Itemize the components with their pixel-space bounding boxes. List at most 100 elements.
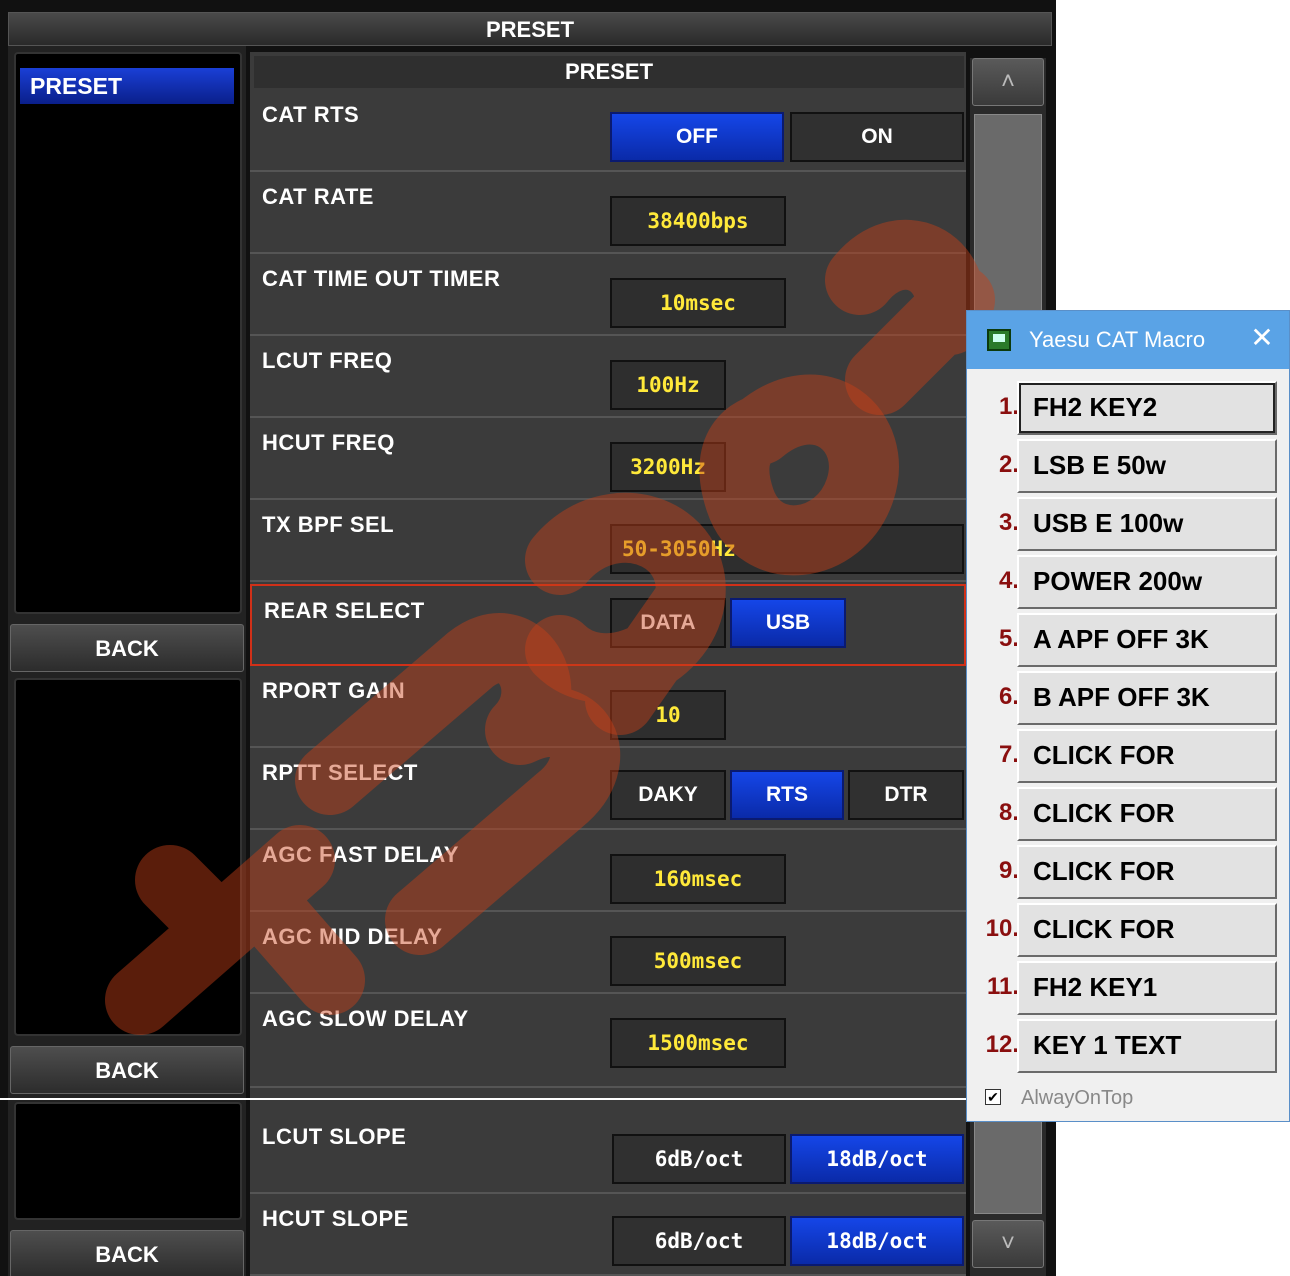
macro-button-5[interactable]: A APF OFF 3K xyxy=(1017,613,1277,667)
value-field[interactable]: 500msec xyxy=(610,936,786,986)
back-button-3[interactable]: BACK xyxy=(10,1230,244,1276)
option-data[interactable]: DATA xyxy=(610,598,726,648)
macro-button-6[interactable]: B APF OFF 3K xyxy=(1017,671,1277,725)
option-rts[interactable]: RTS xyxy=(730,770,844,820)
macro-row: 9. CLICK FOR xyxy=(967,843,1289,901)
menu-item-preset[interactable]: PRESET xyxy=(20,68,234,104)
close-icon[interactable]: ✕ xyxy=(1247,323,1277,353)
value-field[interactable]: 160msec xyxy=(610,854,786,904)
setting-label: RPORT GAIN xyxy=(262,678,406,703)
macro-row: 8. CLICK FOR xyxy=(967,785,1289,843)
value-field[interactable]: 10msec xyxy=(610,278,786,328)
macro-button-11[interactable]: FH2 KEY1 xyxy=(1017,961,1277,1015)
option-off[interactable]: OFF xyxy=(610,112,784,162)
panel-header: PRESET xyxy=(254,56,964,88)
setting-row-hcut-freq: HCUT FREQ 3200Hz xyxy=(250,418,966,500)
option-dtr[interactable]: DTR xyxy=(848,770,964,820)
macro-window: Yaesu CAT Macro ✕ 1. FH2 KEY2 2. LSB E 5… xyxy=(966,310,1290,1122)
macro-button-7[interactable]: CLICK FOR xyxy=(1017,729,1277,783)
setting-label: REAR SELECT xyxy=(264,598,425,623)
macro-row: 11. FH2 KEY1 xyxy=(967,959,1289,1017)
option-18db[interactable]: 18dB/oct xyxy=(790,1134,964,1184)
macro-number: 3. xyxy=(998,509,1019,536)
macro-number: 1. xyxy=(998,393,1019,420)
setting-label: AGC FAST DELAY xyxy=(262,842,459,867)
option-usb[interactable]: USB xyxy=(730,598,846,648)
checkbox-check-icon[interactable]: ✔ xyxy=(985,1089,1001,1105)
settings-panel: PRESET CAT RTS OFF ON CAT RATE 38400bps … xyxy=(250,52,966,1276)
setting-row-tx-bpf: TX BPF SEL 50-3050Hz xyxy=(250,500,966,582)
setting-label: RPTT SELECT xyxy=(262,760,418,785)
macro-number: 7. xyxy=(998,741,1019,768)
value-field[interactable]: 100Hz xyxy=(610,360,726,410)
setting-label: CAT RTS xyxy=(262,102,360,127)
value-field[interactable]: 10 xyxy=(610,690,726,740)
setting-label: HCUT FREQ xyxy=(262,430,395,455)
macro-button-4[interactable]: POWER 200w xyxy=(1017,555,1277,609)
menu-list: PRESET xyxy=(14,52,242,614)
macro-row: 10. CLICK FOR xyxy=(967,901,1289,959)
macro-button-9[interactable]: CLICK FOR xyxy=(1017,845,1277,899)
option-18db[interactable]: 18dB/oct xyxy=(790,1216,964,1266)
setting-row-rear-select: REAR SELECT DATA USB xyxy=(250,584,966,666)
macro-number: 12. xyxy=(985,1031,1019,1058)
always-on-top-label: AlwayOnTop xyxy=(1021,1087,1134,1109)
option-daky[interactable]: DAKY xyxy=(610,770,726,820)
value-field[interactable]: 3200Hz xyxy=(610,442,726,492)
value-field[interactable]: 50-3050Hz xyxy=(610,524,964,574)
macro-number: 11. xyxy=(986,973,1019,1000)
setting-label: CAT TIME OUT TIMER xyxy=(262,266,501,291)
macro-number: 9. xyxy=(998,857,1019,884)
macro-row: 3. USB E 100w xyxy=(967,495,1289,553)
macro-number: 8. xyxy=(998,799,1019,826)
option-6db[interactable]: 6dB/oct xyxy=(612,1134,786,1184)
menu-list-3 xyxy=(14,1102,242,1220)
value-field[interactable]: 38400bps xyxy=(610,196,786,246)
option-on[interactable]: ON xyxy=(790,112,964,162)
left-panel: PRESET BACK BACK BACK xyxy=(8,46,246,1276)
option-6db[interactable]: 6dB/oct xyxy=(612,1216,786,1266)
setting-label: CAT RATE xyxy=(262,184,374,209)
macro-row: 4. POWER 200w xyxy=(967,553,1289,611)
macro-number: 4. xyxy=(998,567,1019,594)
macro-title: Yaesu CAT Macro xyxy=(1029,327,1206,352)
setting-row-rport-gain: RPORT GAIN 10 xyxy=(250,666,966,748)
setting-row-hcut-slope: HCUT SLOPE 6dB/oct 18dB/oct xyxy=(250,1194,966,1276)
macro-row: 12. KEY 1 TEXT xyxy=(967,1017,1289,1075)
macro-number: 5. xyxy=(998,625,1019,652)
macro-row: 6. B APF OFF 3K xyxy=(967,669,1289,727)
setting-row-lcut-freq: LCUT FREQ 100Hz xyxy=(250,336,966,418)
setting-row-cat-rts: CAT RTS OFF ON xyxy=(250,90,966,172)
setting-label: LCUT FREQ xyxy=(262,348,393,373)
setting-label: HCUT SLOPE xyxy=(262,1206,409,1231)
chevron-up-icon[interactable]: ˄ xyxy=(972,58,1044,106)
macro-button-1[interactable]: FH2 KEY2 xyxy=(1017,381,1277,435)
macro-button-2[interactable]: LSB E 50w xyxy=(1017,439,1277,493)
setting-label: AGC MID DELAY xyxy=(262,924,443,949)
macro-button-10[interactable]: CLICK FOR xyxy=(1017,903,1277,957)
setting-row-rptt-select: RPTT SELECT DAKY RTS DTR xyxy=(250,748,966,830)
macro-row: 5. A APF OFF 3K xyxy=(967,611,1289,669)
divider xyxy=(0,1098,970,1100)
radio-window: PRESET PRESET BACK BACK BACK PRESET CAT … xyxy=(0,0,1056,1276)
back-button-2[interactable]: BACK xyxy=(10,1046,244,1094)
macro-title-bar[interactable]: Yaesu CAT Macro ✕ xyxy=(967,311,1289,369)
setting-row-lcut-slope: LCUT SLOPE 6dB/oct 18dB/oct xyxy=(250,1112,966,1194)
menu-list-2 xyxy=(14,678,242,1036)
value-field[interactable]: 1500msec xyxy=(610,1018,786,1068)
macro-row: 2. LSB E 50w xyxy=(967,437,1289,495)
macro-number: 6. xyxy=(998,683,1019,710)
window-title: PRESET xyxy=(8,12,1052,46)
macro-button-8[interactable]: CLICK FOR xyxy=(1017,787,1277,841)
app-icon xyxy=(987,329,1011,351)
setting-label: TX BPF SEL xyxy=(262,512,395,537)
chevron-down-icon[interactable]: ˅ xyxy=(972,1220,1044,1268)
setting-row-agc-mid: AGC MID DELAY 500msec xyxy=(250,912,966,994)
macro-button-3[interactable]: USB E 100w xyxy=(1017,497,1277,551)
macro-button-12[interactable]: KEY 1 TEXT xyxy=(1017,1019,1277,1073)
setting-label: AGC SLOW DELAY xyxy=(262,1006,469,1031)
macro-row: 1. FH2 KEY2 xyxy=(967,379,1289,437)
back-button[interactable]: BACK xyxy=(10,624,244,672)
setting-row-cat-rate: CAT RATE 38400bps xyxy=(250,172,966,254)
setting-row-cat-timeout: CAT TIME OUT TIMER 10msec xyxy=(250,254,966,336)
